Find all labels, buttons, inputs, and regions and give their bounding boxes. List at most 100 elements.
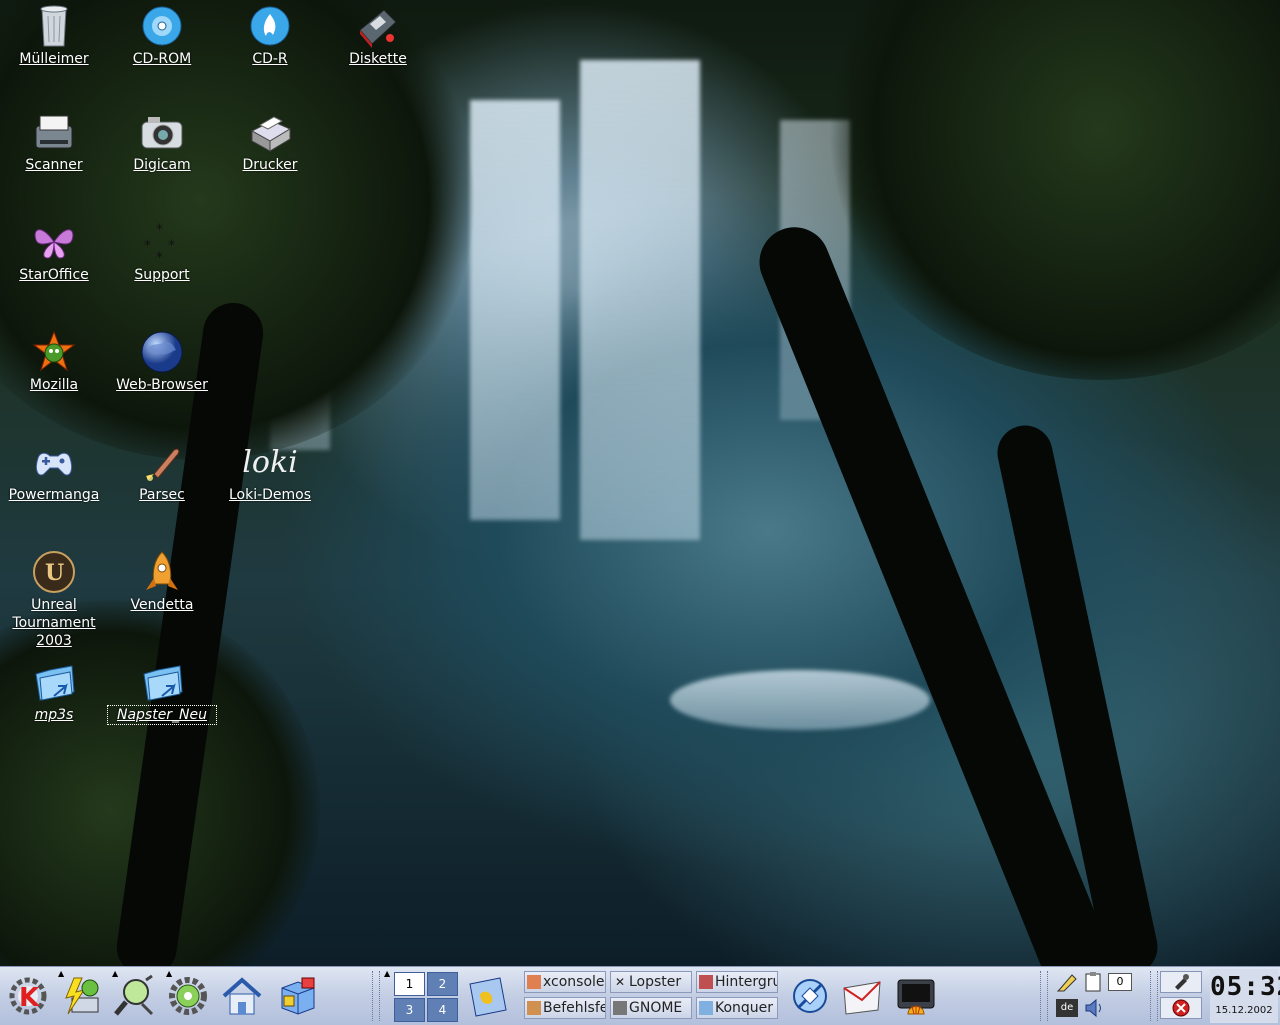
task-label: Hintergru: [715, 974, 778, 990]
desktop-icon-scanner[interactable]: Scanner: [0, 110, 108, 174]
clock-date: 15.12.2002: [1215, 1005, 1273, 1016]
menu-arrow-icon[interactable]: ▲: [112, 969, 118, 978]
home-icon: [222, 977, 262, 1015]
clipboard-icon[interactable]: [1082, 971, 1104, 993]
kde-menu-icon: K: [9, 977, 47, 1015]
pencil-icon[interactable]: [1056, 971, 1078, 993]
lock-screen-button[interactable]: [1160, 971, 1202, 993]
icon-label: Scanner: [25, 157, 83, 173]
clock-time: 05:32: [1210, 972, 1280, 1002]
icon-label: Mozilla: [29, 377, 79, 393]
desktop-icon-loki-demos[interactable]: loki Loki-Demos: [216, 440, 324, 504]
svg-text:*: *: [156, 222, 163, 238]
desktop-icon-digicam[interactable]: Digicam: [108, 110, 216, 174]
kde-panel: K ▲ ▲ ▲ ▲ 1 2 3 4 xconsole ✕ Lopster Hint…: [0, 966, 1280, 1025]
folder-link-icon: [140, 660, 184, 704]
desktop-icon-mp3s[interactable]: mp3s: [0, 660, 108, 724]
konqueror-small-icon: [699, 1001, 713, 1015]
task-label: Lopster: [629, 974, 682, 990]
task-hintergrund[interactable]: Hintergru: [696, 971, 778, 993]
background-icon: [699, 975, 713, 989]
clock[interactable]: 05:32 15.12.2002: [1210, 969, 1280, 1023]
kde-menu-button[interactable]: K: [4, 971, 52, 1021]
desktop-icon-web-browser[interactable]: Web-Browser: [108, 330, 216, 394]
power-launcher[interactable]: [56, 971, 104, 1021]
vendetta-icon: [140, 550, 184, 594]
unreal-icon: U: [32, 550, 76, 594]
menu-arrow-icon[interactable]: ▲: [384, 969, 390, 978]
trash-icon: [32, 4, 76, 48]
waterfall-shape: [580, 60, 700, 540]
svg-text:*: *: [156, 250, 163, 264]
window-list-button[interactable]: [464, 971, 512, 1021]
desktop-icon-floppy[interactable]: Diskette: [324, 4, 432, 68]
stars-icon: * * * *: [140, 220, 184, 264]
panel-handle[interactable]: [1150, 971, 1158, 1021]
logout-button[interactable]: [1160, 997, 1202, 1019]
pager-desktop-2[interactable]: 2: [427, 972, 458, 996]
klipper-counter[interactable]: 0: [1108, 973, 1132, 991]
svg-text:K: K: [19, 983, 40, 1013]
search-icon: [114, 974, 154, 1016]
task-lopster[interactable]: ✕ Lopster: [610, 971, 692, 993]
desktop-pager: 1 2 3 4: [394, 970, 460, 1022]
settings-launcher[interactable]: [164, 971, 212, 1021]
task-konqueror[interactable]: Konquer: [696, 997, 778, 1019]
desktop-icon-parsec[interactable]: Parsec: [108, 440, 216, 504]
task-label: GNOME: [629, 1000, 683, 1016]
icon-label: Loki-Demos: [228, 487, 312, 503]
panel-handle[interactable]: [1040, 971, 1048, 1021]
lock-icon: [1175, 974, 1189, 990]
desktop-icon-staroffice[interactable]: StarOffice: [0, 220, 108, 284]
shell-icon: [897, 979, 935, 1015]
task-xconsole[interactable]: xconsole: [524, 971, 606, 993]
settings-gear-icon: [169, 977, 207, 1015]
gnome-icon: [613, 1001, 627, 1015]
icon-label: Diskette: [349, 51, 407, 67]
desktop-icon-cdrom[interactable]: CD-ROM: [108, 4, 216, 68]
keyboard-layout-indicator[interactable]: de: [1056, 999, 1078, 1017]
task-gnome[interactable]: GNOME: [610, 997, 692, 1019]
search-launcher[interactable]: [110, 971, 158, 1021]
task-label: Konquer: [715, 1000, 774, 1016]
desktop-icon-support[interactable]: * * * * Support: [108, 220, 216, 284]
icon-label: Powermanga: [8, 487, 100, 503]
desktop-wallpaper[interactable]: Mülleimer CD-ROM CD-R Diskette Scanner D…: [0, 0, 1280, 966]
pager-desktop-3[interactable]: 3: [394, 998, 425, 1022]
desktop-icon-trash[interactable]: Mülleimer: [0, 4, 108, 68]
shell-launcher[interactable]: [892, 971, 940, 1021]
task-befehlsfenster[interactable]: Befehlsfe: [524, 997, 606, 1019]
icon-label: CD-R: [252, 51, 288, 67]
desktop-icon-mozilla[interactable]: Mozilla: [0, 330, 108, 394]
loki-icon: loki: [242, 440, 297, 484]
cdrom-icon: [140, 4, 184, 48]
panel-handle[interactable]: [372, 971, 380, 1021]
home-launcher[interactable]: [218, 971, 266, 1021]
x-icon: ✕: [614, 975, 626, 989]
desktop-icon-napster[interactable]: Napster_Neu: [107, 660, 217, 725]
mail-icon: [843, 981, 881, 1015]
icon-label: Vendetta: [130, 597, 194, 613]
desktop-icon-cdr[interactable]: CD-R: [216, 4, 324, 68]
logout-icon: [1172, 999, 1190, 1017]
scanner-icon: [32, 110, 76, 154]
icon-label: Digicam: [133, 157, 191, 173]
system-tray: 0 de: [1056, 971, 1154, 1021]
desktop-icon-printer[interactable]: Drucker: [216, 110, 324, 174]
loki-logo-text: loki: [242, 444, 298, 480]
konqueror-launcher[interactable]: [786, 971, 834, 1021]
printer-icon: [248, 110, 292, 154]
svg-text:U: U: [45, 560, 64, 586]
packages-icon: [281, 977, 315, 1015]
packages-launcher[interactable]: [274, 971, 322, 1021]
pager-desktop-4[interactable]: 4: [427, 998, 458, 1022]
konqueror-icon: [793, 979, 827, 1013]
desktop-icon-powermanga[interactable]: Powermanga: [0, 440, 108, 504]
desktop-icon-vendetta[interactable]: Vendetta: [108, 550, 216, 614]
menu-arrow-icon[interactable]: ▲: [166, 969, 172, 978]
mail-launcher[interactable]: [838, 971, 886, 1021]
desktop-icon-unreal[interactable]: U Unreal Tournament 2003: [0, 550, 108, 650]
volume-icon[interactable]: [1082, 997, 1104, 1019]
window-list-icon: [469, 977, 507, 1017]
pager-desktop-1[interactable]: 1: [394, 972, 425, 996]
